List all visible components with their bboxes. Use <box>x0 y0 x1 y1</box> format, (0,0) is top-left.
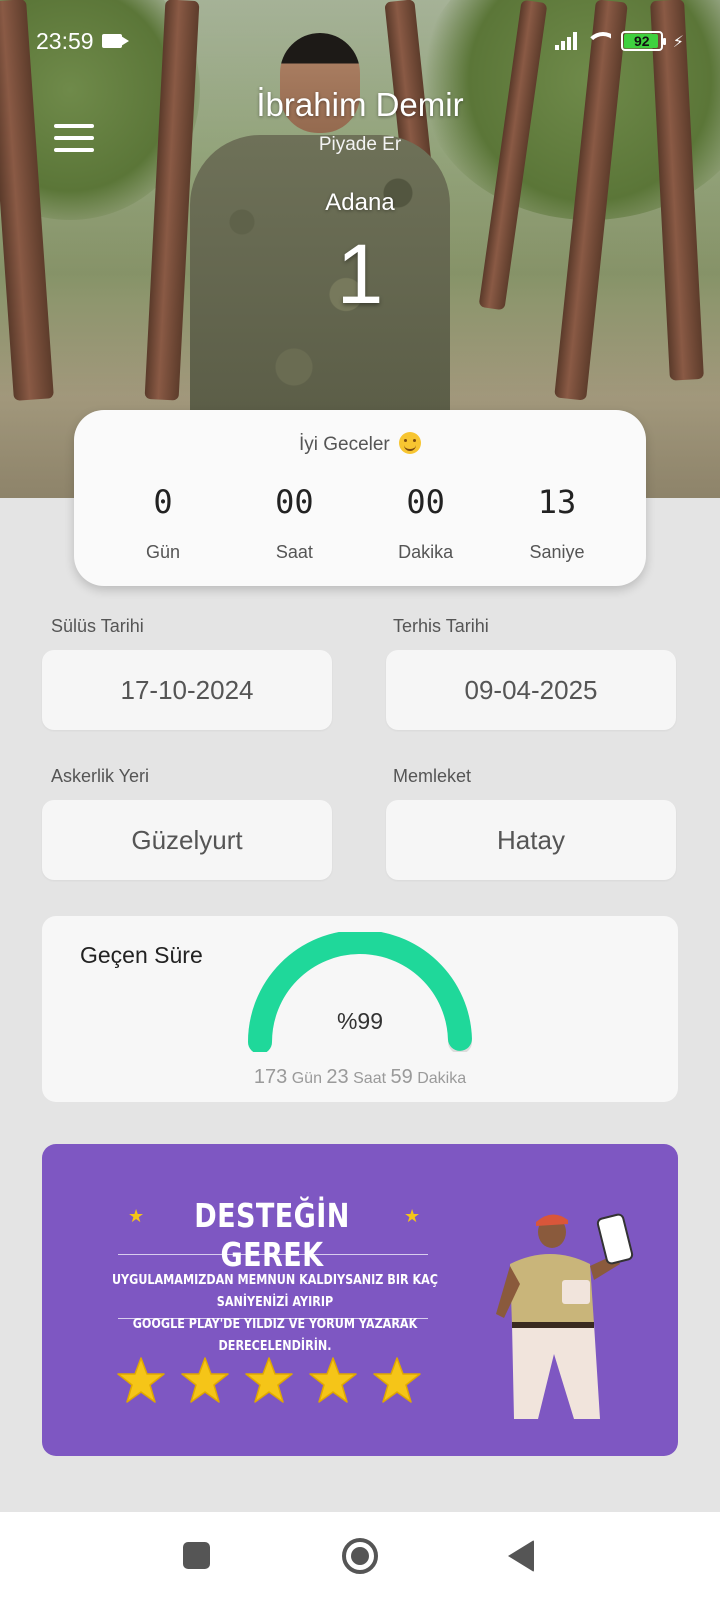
star-icon[interactable] <box>244 1356 294 1406</box>
discharge-date-label: Terhis Tarihi <box>393 616 489 636</box>
battery-icon: 92 <box>620 31 666 51</box>
service-place-label: Askerlik Yeri <box>51 766 150 786</box>
home-button[interactable] <box>342 1538 378 1574</box>
charging-icon: ⚡ <box>672 31 684 51</box>
star-icon[interactable] <box>372 1356 422 1406</box>
greeting-text: İyi Geceler <box>298 434 390 455</box>
countdown-value: 0 <box>153 483 173 521</box>
elapsed-minutes: 59 <box>390 1066 413 1088</box>
countdown-label: Gün <box>145 542 181 562</box>
banner-text-line: UYGULAMAMIZDAN MEMNUN KALDIYSANIZ BIR KA… <box>111 1273 439 1310</box>
elapsed-hours: 23 <box>326 1066 349 1088</box>
countdown-label: Saniye <box>529 542 585 562</box>
countdown-value: 13 <box>537 483 577 521</box>
countdown-label: Saat <box>275 542 313 562</box>
person-with-phone-illustration <box>496 1213 634 1419</box>
service-place-field[interactable]: Güzelyurt <box>42 800 332 880</box>
countdown-card: İyi Geceler 0 Gün 00 Saat 00 Dakika 13 S… <box>74 410 646 586</box>
elapsed-time-card: Geçen Süre %99 173 Gün 23 Saat 59 Dakika <box>42 916 678 1102</box>
battery-level: 92 <box>633 33 650 49</box>
countdown-seconds: 13 Saniye <box>492 478 622 563</box>
countdown-label: Dakika <box>398 542 454 562</box>
elapsed-minutes-unit: Dakika <box>417 1070 467 1087</box>
banner-title: DESTEĞİN GEREK <box>194 1196 350 1274</box>
wifi-icon <box>586 32 611 50</box>
star-icon[interactable] <box>180 1356 230 1406</box>
hometown-label: Memleket <box>393 766 472 786</box>
clock: 23:59 <box>36 27 94 54</box>
countdown-hours: 00 Saat <box>229 478 359 563</box>
smile-emoji-icon <box>399 432 422 454</box>
countdown-value: 00 <box>275 483 314 521</box>
elapsed-duration: 173 Gün 23 Saat 59 Dakika <box>42 1066 678 1089</box>
remaining-days-number: 1 <box>336 227 384 321</box>
countdown-value: 00 <box>406 483 445 521</box>
user-name: İbrahim Demir <box>256 86 464 123</box>
star-icon[interactable] <box>116 1356 166 1406</box>
location-label: Adana <box>325 189 395 216</box>
rating-stars[interactable] <box>116 1356 422 1406</box>
star-icon[interactable] <box>308 1356 358 1406</box>
countdown-days: 0 Gün <box>98 478 228 563</box>
video-record-icon <box>101 34 129 48</box>
divider <box>118 1254 428 1255</box>
enlist-date-label: Sülüs Tarihi <box>51 616 144 636</box>
decor-star-icon: ★ <box>128 1206 145 1227</box>
hometown-field[interactable]: Hatay <box>386 800 676 880</box>
rate-app-banner[interactable]: ★ DESTEĞİN GEREK ★ UYGULAMAMIZDAN MEMNUN… <box>42 1144 678 1456</box>
signal-icon <box>554 32 577 50</box>
decor-star-icon: ★ <box>404 1206 421 1227</box>
recent-apps-button[interactable] <box>183 1542 210 1569</box>
greeting: İyi Geceler <box>74 432 646 456</box>
elapsed-hours-unit: Saat <box>353 1070 387 1087</box>
progress-percent: %99 <box>336 1008 384 1034</box>
countdown-minutes: 00 Dakika <box>361 478 491 563</box>
status-bar: 23:59 92 ⚡ <box>36 26 684 56</box>
back-button[interactable] <box>508 1540 534 1572</box>
elapsed-days-unit: Gün <box>291 1070 322 1087</box>
system-navigation-bar <box>0 1512 720 1600</box>
banner-text: UYGULAMAMIZDAN MEMNUN KALDIYSANIZ BIR KA… <box>90 1270 460 1358</box>
elapsed-days: 173 <box>253 1066 288 1088</box>
discharge-date-field[interactable]: 09-04-2025 <box>386 650 676 730</box>
divider <box>118 1318 428 1319</box>
enlist-date-field[interactable]: 17-10-2024 <box>42 650 332 730</box>
elapsed-title: Geçen Süre <box>80 942 203 968</box>
banner-text-line: GOOGLE PLAY'DE YILDIZ VE YORUM YAZARAK D… <box>132 1317 418 1354</box>
profile-photo <box>190 25 450 425</box>
user-rank: Piyade Er <box>318 134 402 155</box>
